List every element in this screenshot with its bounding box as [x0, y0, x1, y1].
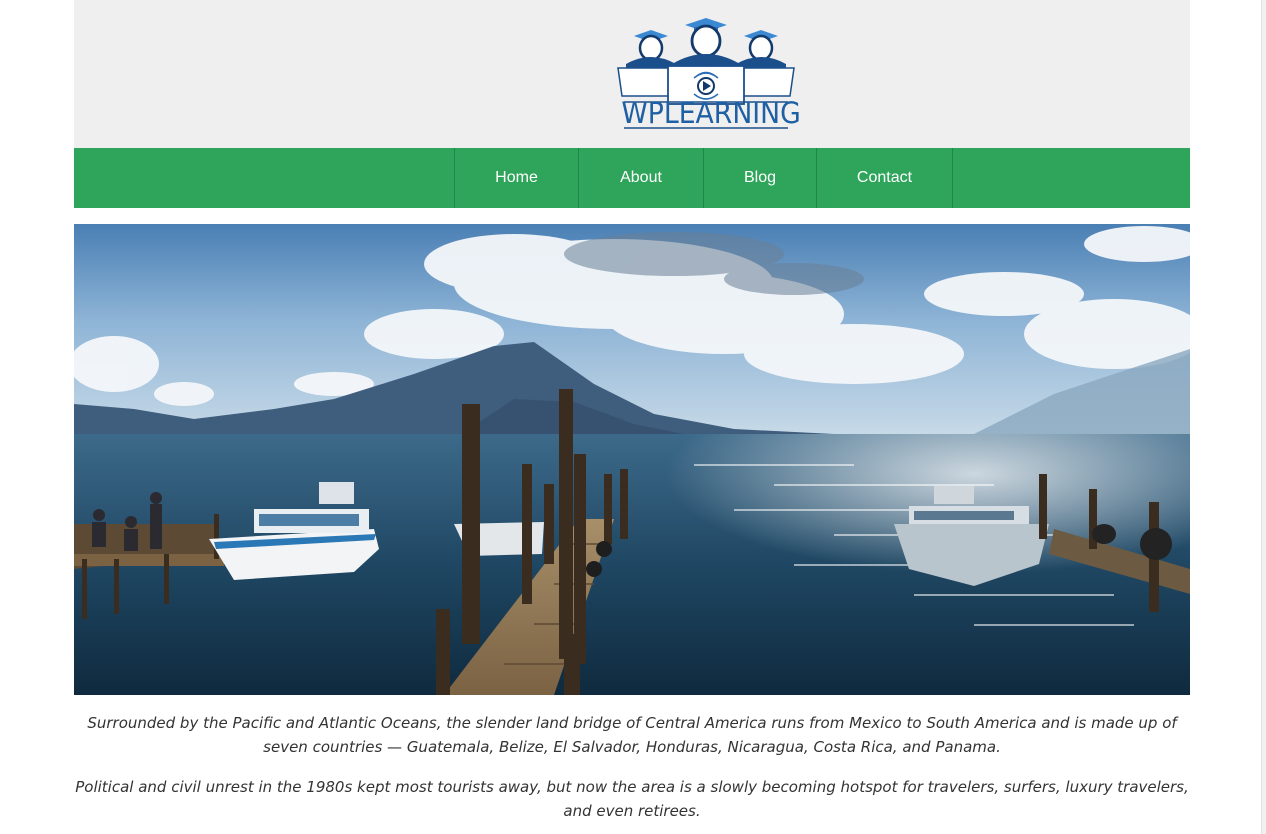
nav-menu: Home About Blog Contact	[454, 148, 953, 208]
nav-item-label: Home	[495, 169, 538, 186]
nav-item-home[interactable]: Home	[455, 148, 579, 208]
nav-item-about[interactable]: About	[579, 148, 704, 208]
site-header: WPLEARNING	[74, 0, 1190, 148]
nav-item-label: About	[620, 169, 662, 186]
content-paragraph: Political and civil unrest in the 1980s …	[75, 778, 1189, 820]
main-navigation: Home About Blog Contact	[74, 148, 1190, 208]
hero-image	[74, 224, 1190, 695]
nav-item-blog[interactable]: Blog	[704, 148, 817, 208]
page-scrollbar[interactable]	[1261, 0, 1266, 834]
nav-item-label: Blog	[743, 169, 777, 186]
nav-item-label: Contact	[856, 169, 913, 186]
nav-item-contact[interactable]: Contact	[817, 148, 953, 208]
site-logo-link[interactable]: WPLEARNING	[614, 14, 801, 132]
site-logo-text: WPLEARNING	[621, 96, 801, 130]
content-paragraph: Surrounded by the Pacific and Atlantic O…	[87, 714, 1177, 756]
